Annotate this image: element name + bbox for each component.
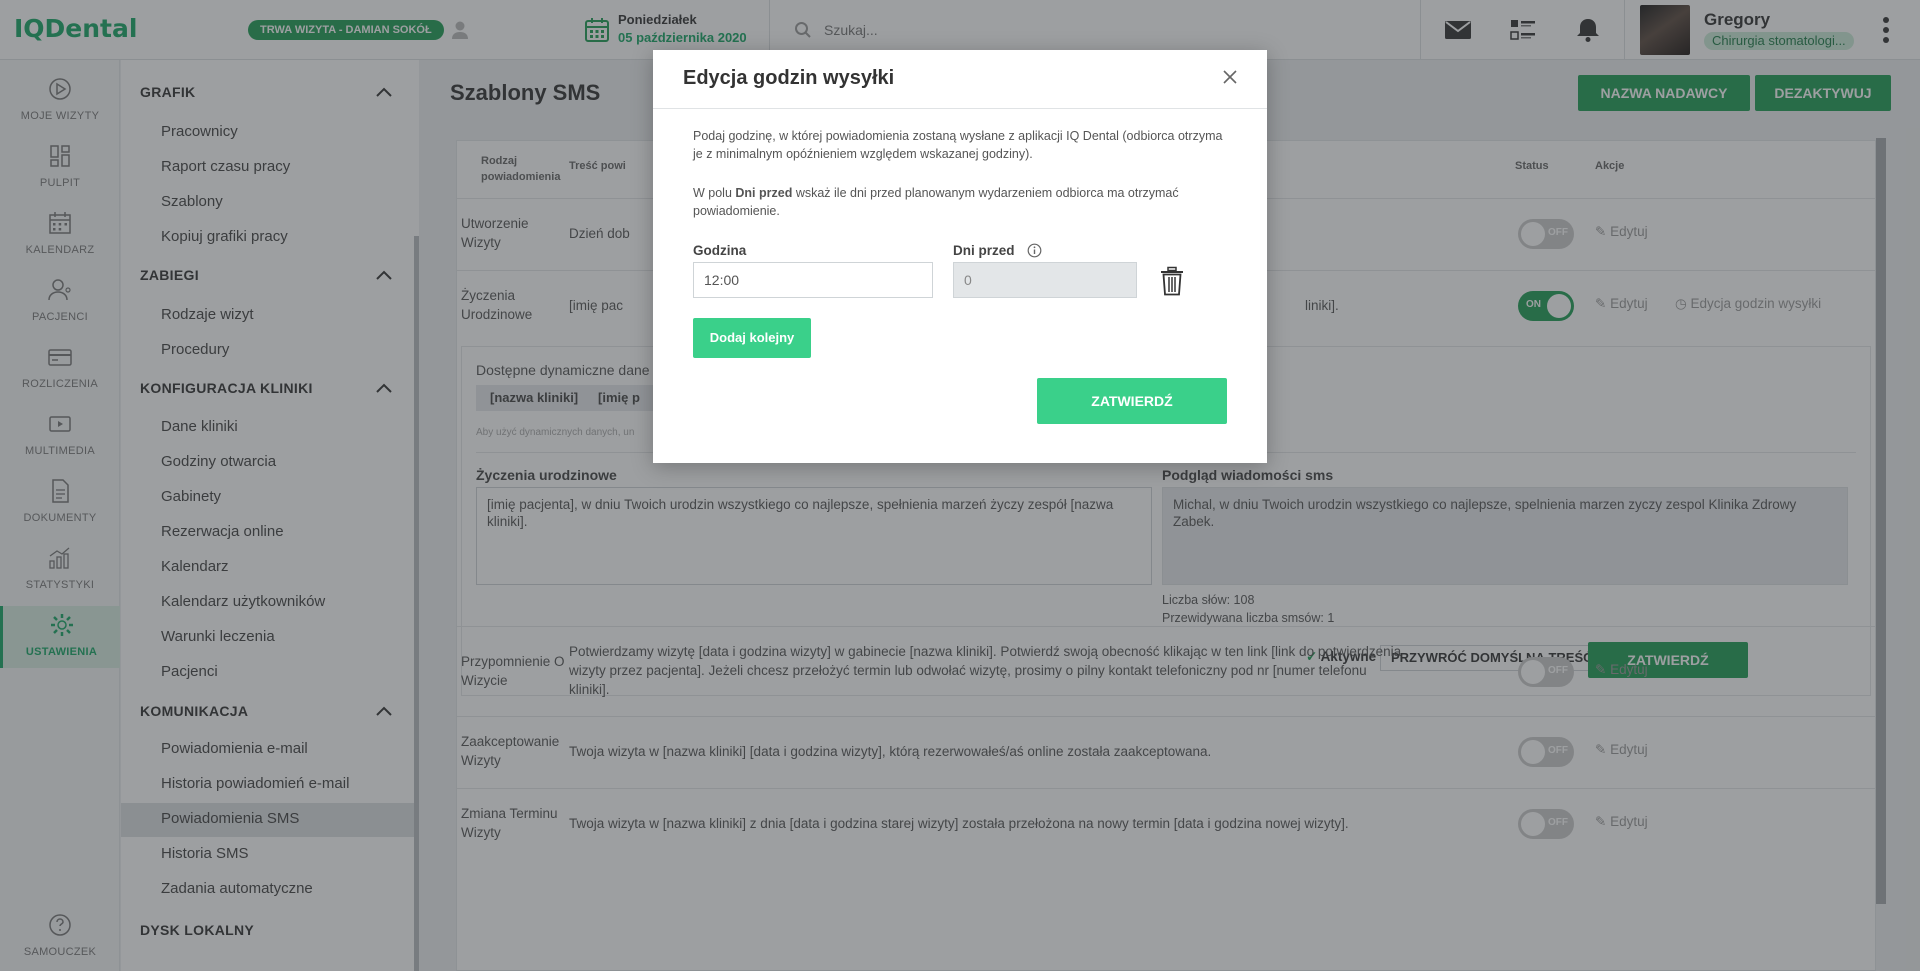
modal-title: Edycja godzin wysyłki	[683, 67, 895, 89]
trash-icon[interactable]	[1159, 266, 1185, 296]
send-hours-modal: Edycja godzin wysyłki Podaj godzinę, w k…	[653, 50, 1267, 463]
hour-input[interactable]	[693, 262, 933, 298]
add-another-button[interactable]: Dodaj kolejny	[693, 318, 811, 358]
hour-label: Godzina	[693, 243, 747, 258]
hint-text: W polu	[693, 186, 736, 200]
days-before-input[interactable]	[953, 262, 1137, 298]
close-icon[interactable]	[1221, 68, 1239, 86]
modal-days-hint: W polu Dni przed wskaż ile dni przed pla…	[693, 184, 1233, 220]
info-icon[interactable]	[1027, 243, 1042, 258]
hint-bold: Dni przed	[735, 186, 793, 200]
divider	[653, 108, 1267, 109]
modal-confirm-button[interactable]: ZATWIERDŹ	[1037, 378, 1227, 424]
modal-description: Podaj godzinę, w której powiadomienia zo…	[693, 129, 1223, 161]
days-before-label: Dni przed	[953, 243, 1015, 258]
